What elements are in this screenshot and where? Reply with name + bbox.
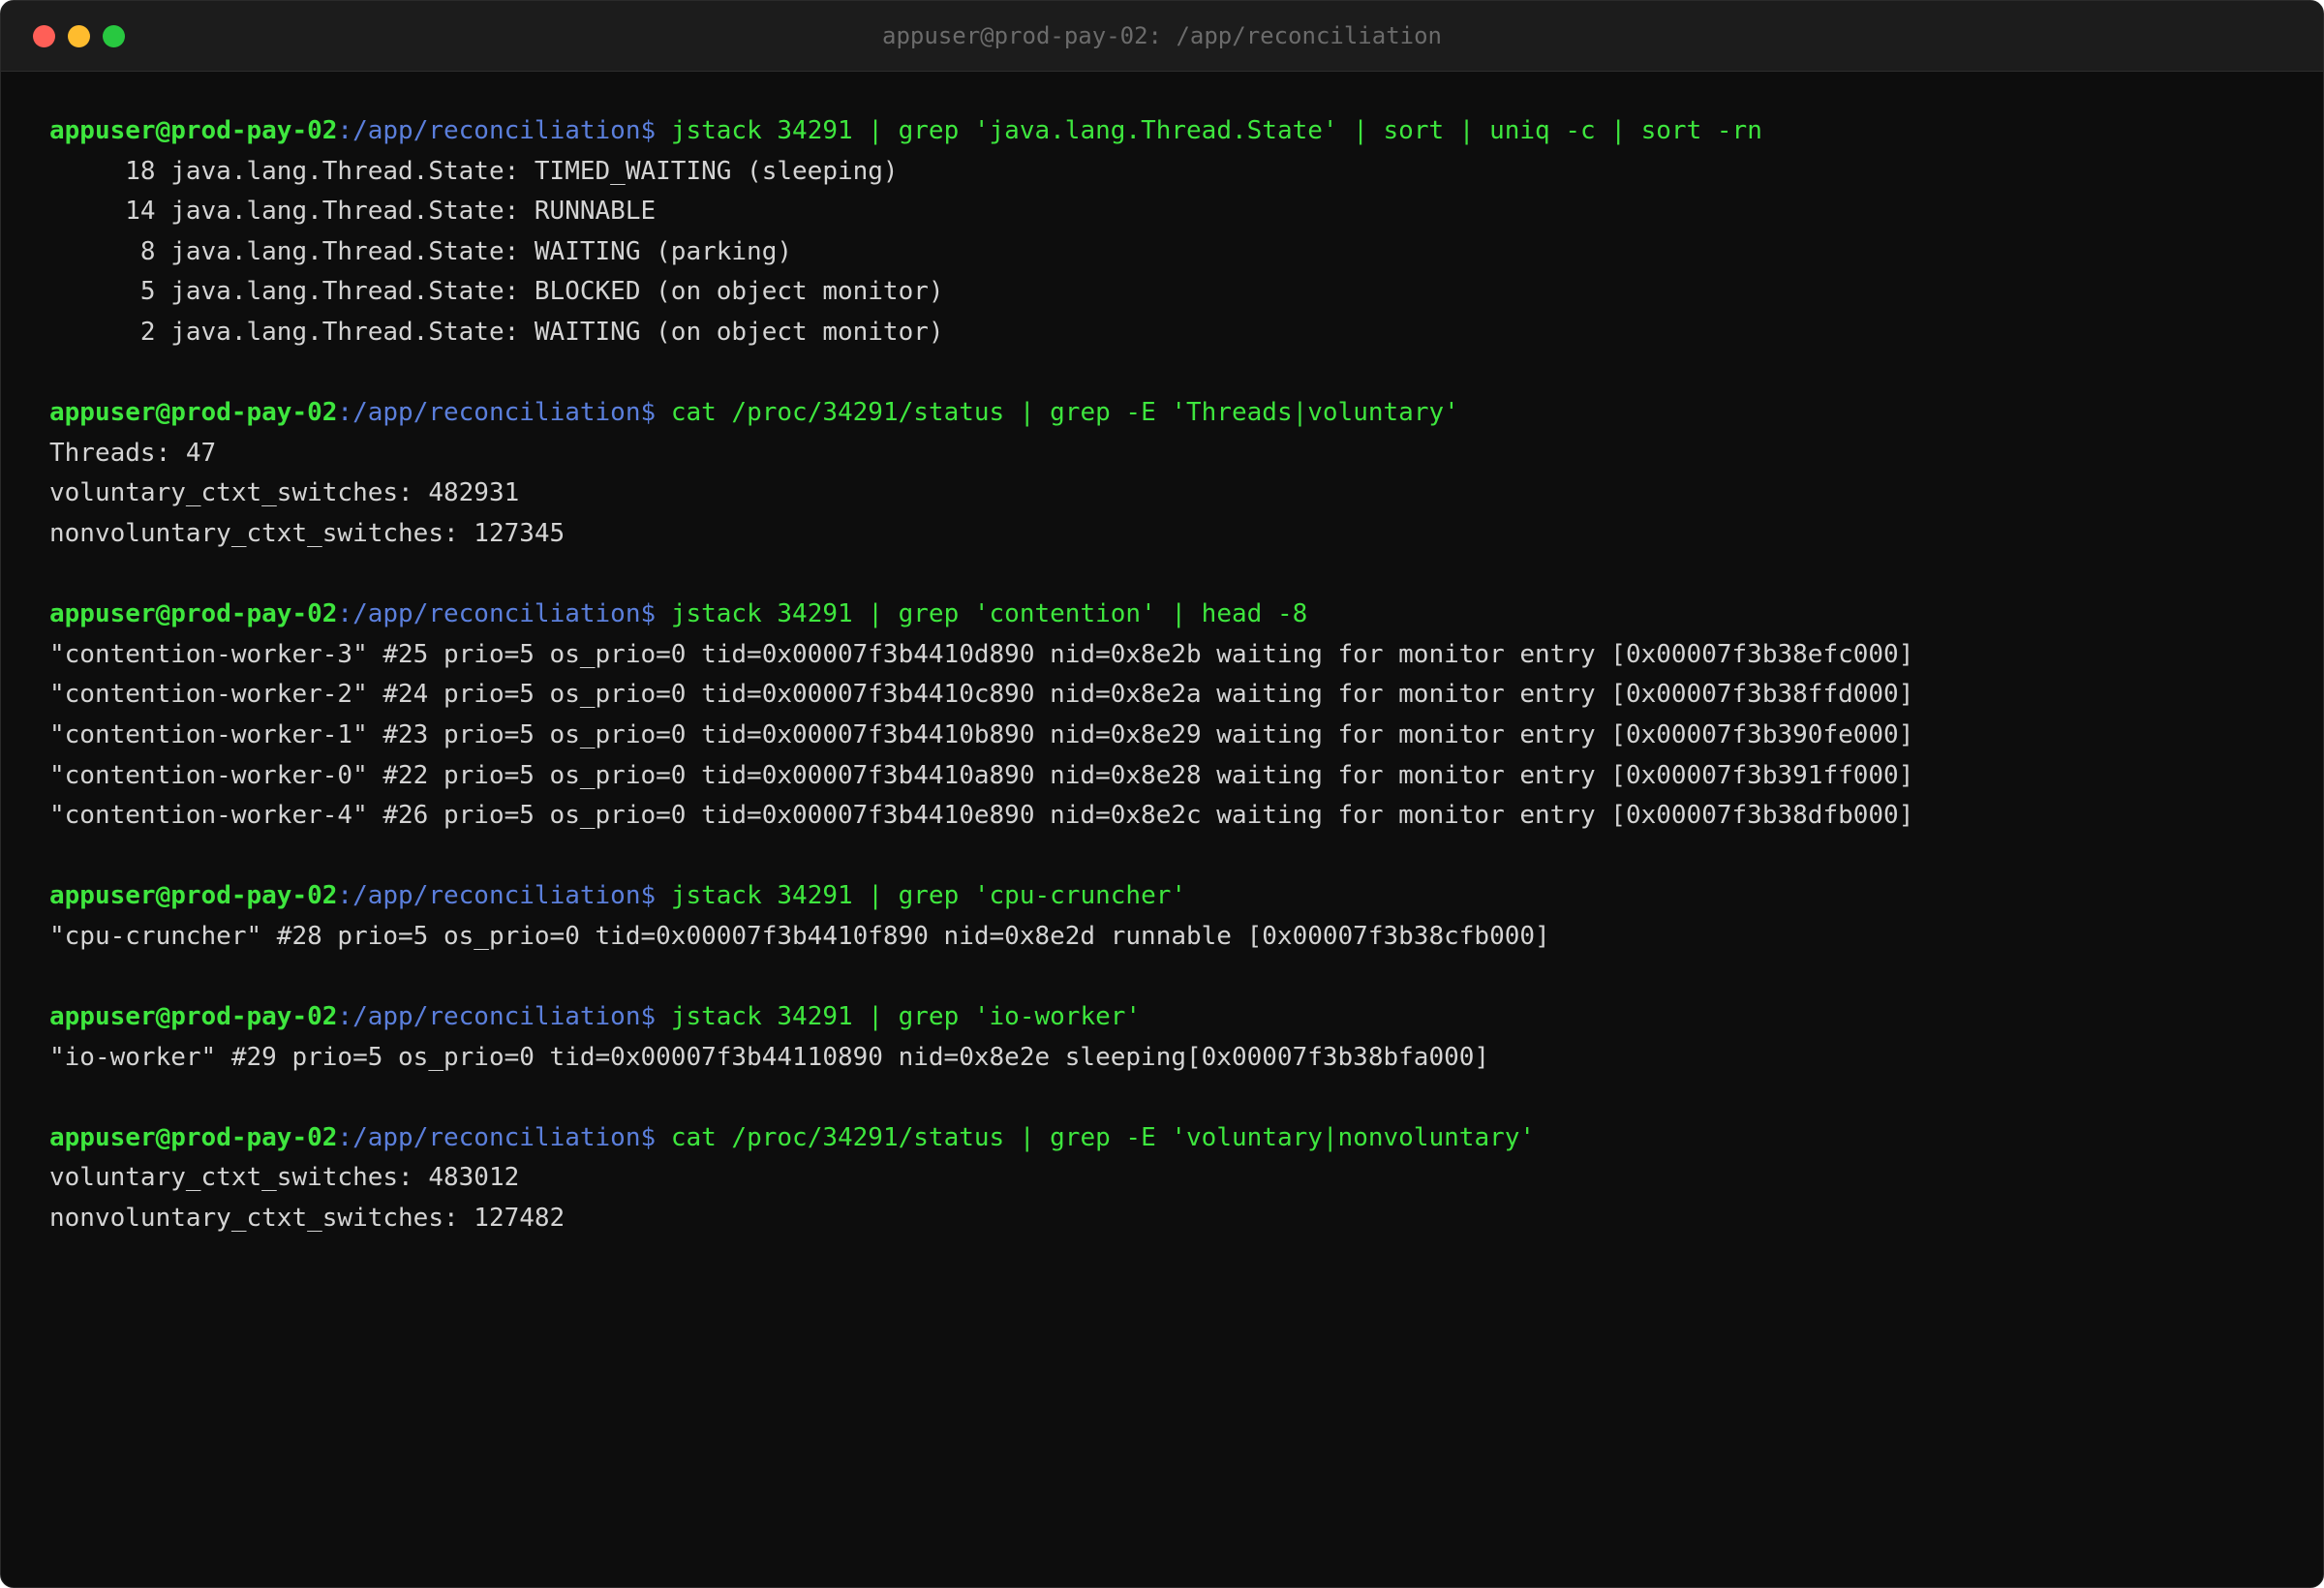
command-text: jstack 34291 | grep 'io-worker' <box>670 1002 1142 1032</box>
title-bar: appuser@prod-pay-02: /app/reconciliation <box>1 1 2323 72</box>
prompt-at: @ <box>155 398 171 428</box>
command-line: appuser@prod-pay-02:/app/reconciliation$… <box>49 393 2294 434</box>
prompt-at: @ <box>155 881 171 911</box>
output-line: "contention-worker-2" #24 prio=5 os_prio… <box>49 680 1914 710</box>
terminal-output[interactable]: appuser@prod-pay-02:/app/reconciliation$… <box>49 111 2294 1239</box>
output-line: nonvoluntary_ctxt_switches: 127482 <box>49 1204 566 1234</box>
prompt-symbol: $ <box>640 116 657 145</box>
window-title: appuser@prod-pay-02: /app/reconciliation <box>882 22 1442 49</box>
prompt-symbol: $ <box>640 398 657 428</box>
command-line: appuser@prod-pay-02:/app/reconciliation$… <box>49 111 2294 152</box>
prompt-at: @ <box>155 1122 171 1152</box>
prompt-user: appuser <box>49 398 156 428</box>
prompt-symbol: $ <box>640 1002 657 1032</box>
prompt-path: :/app/reconciliation <box>337 599 641 629</box>
prompt-symbol: $ <box>640 1122 657 1152</box>
output-line: voluntary_ctxt_switches: 483012 <box>49 1163 520 1193</box>
prompt-path: :/app/reconciliation <box>337 1002 641 1032</box>
command-text: cat /proc/34291/status | grep -E 'volunt… <box>670 1122 1536 1152</box>
prompt-user: appuser <box>49 1002 156 1032</box>
prompt-symbol: $ <box>640 881 657 911</box>
prompt-at: @ <box>155 1002 171 1032</box>
prompt-path: :/app/reconciliation <box>337 398 641 428</box>
output-line: 5 java.lang.Thread.State: BLOCKED (on ob… <box>49 277 944 307</box>
output-line: 18 java.lang.Thread.State: TIMED_WAITING… <box>49 156 899 186</box>
command-text: jstack 34291 | grep 'cpu-cruncher' <box>670 881 1187 911</box>
prompt-at: @ <box>155 599 171 629</box>
prompt-symbol: $ <box>640 599 657 629</box>
command-line: appuser@prod-pay-02:/app/reconciliation$… <box>49 1118 2294 1159</box>
output-line: 2 java.lang.Thread.State: WAITING (on ob… <box>49 317 944 347</box>
output-line: "io-worker" #29 prio=5 os_prio=0 tid=0x0… <box>49 1042 1490 1072</box>
output-line: Threads: 47 <box>49 438 217 468</box>
command-line: appuser@prod-pay-02:/app/reconciliation$… <box>49 997 2294 1038</box>
output-line: "contention-worker-1" #23 prio=5 os_prio… <box>49 719 1914 749</box>
output-line: 14 java.lang.Thread.State: RUNNABLE <box>49 197 657 227</box>
prompt-user: appuser <box>49 599 156 629</box>
output-line: "contention-worker-3" #25 prio=5 os_prio… <box>49 639 1914 669</box>
prompt-host: prod-pay-02 <box>170 599 338 629</box>
prompt-user: appuser <box>49 116 156 145</box>
prompt-host: prod-pay-02 <box>170 1122 338 1152</box>
command-line: appuser@prod-pay-02:/app/reconciliation$… <box>49 876 2294 917</box>
output-line: nonvoluntary_ctxt_switches: 127345 <box>49 518 566 548</box>
output-line: 8 java.lang.Thread.State: WAITING (parki… <box>49 236 793 266</box>
prompt-host: prod-pay-02 <box>170 1002 338 1032</box>
prompt-host: prod-pay-02 <box>170 398 338 428</box>
command-text: cat /proc/34291/status | grep -E 'Thread… <box>670 398 1459 428</box>
prompt-path: :/app/reconciliation <box>337 1122 641 1152</box>
prompt-host: prod-pay-02 <box>170 116 338 145</box>
output-line: "contention-worker-0" #22 prio=5 os_prio… <box>49 760 1914 790</box>
prompt-user: appuser <box>49 881 156 911</box>
prompt-path: :/app/reconciliation <box>337 116 641 145</box>
prompt-host: prod-pay-02 <box>170 881 338 911</box>
prompt-user: appuser <box>49 1122 156 1152</box>
output-line: "cpu-cruncher" #28 prio=5 os_prio=0 tid=… <box>49 921 1550 951</box>
prompt-at: @ <box>155 116 171 145</box>
command-line: appuser@prod-pay-02:/app/reconciliation$… <box>49 595 2294 635</box>
terminal-window: appuser@prod-pay-02: /app/reconciliation… <box>0 0 2324 1588</box>
prompt-path: :/app/reconciliation <box>337 881 641 911</box>
output-line: voluntary_ctxt_switches: 482931 <box>49 478 520 508</box>
output-line: "contention-worker-4" #26 prio=5 os_prio… <box>49 801 1914 831</box>
command-text: jstack 34291 | grep 'contention' | head … <box>670 599 1308 629</box>
command-text: jstack 34291 | grep 'java.lang.Thread.St… <box>670 116 1762 145</box>
